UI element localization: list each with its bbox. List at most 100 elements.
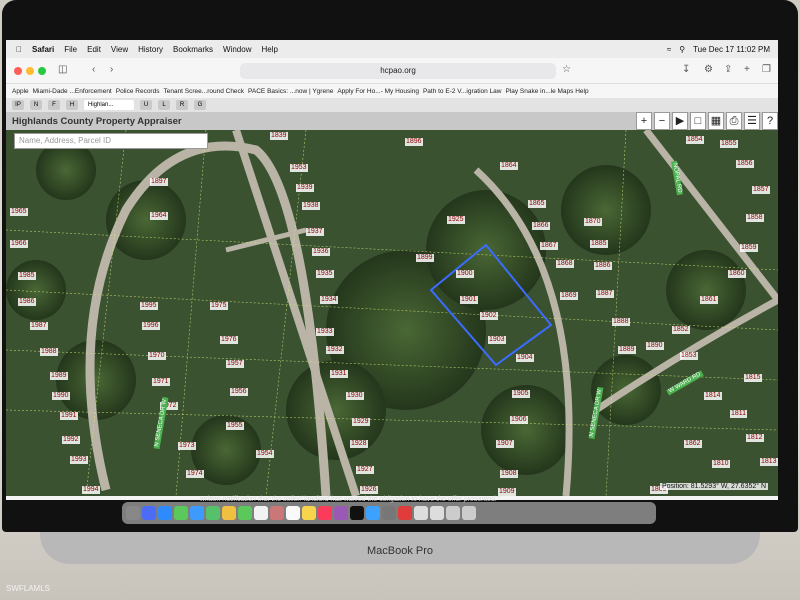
favorite-item[interactable]: Miami-Dade ...Enforcement xyxy=(33,88,112,95)
menu-bookmarks[interactable]: Bookmarks xyxy=(173,45,213,54)
parcel-number[interactable]: 1852 xyxy=(672,326,690,334)
forward-icon[interactable]: › xyxy=(110,64,113,75)
parcel-number[interactable]: 1991 xyxy=(60,412,78,420)
parcel-number[interactable]: 1975 xyxy=(210,302,228,310)
parcel-number[interactable]: 1811 xyxy=(730,410,748,418)
favorite-item[interactable]: Apply For Ho...- My Housing xyxy=(337,88,419,95)
parcel-number[interactable]: 1887 xyxy=(596,290,614,298)
facetime-icon[interactable] xyxy=(238,506,252,520)
parcel-number[interactable]: 1906 xyxy=(510,416,528,424)
aerial-map[interactable] xyxy=(6,130,778,496)
search-icon[interactable]: ⚲ xyxy=(679,45,685,54)
app-icon[interactable] xyxy=(398,506,412,520)
tab-active[interactable]: Highlan... xyxy=(84,100,134,110)
favorite-item[interactable]: Tenant Scree...round Check xyxy=(163,88,244,95)
menu-icon[interactable]: ☰ xyxy=(744,112,760,130)
parcel-number[interactable]: 1903 xyxy=(488,336,506,344)
parcel-number[interactable]: 1909 xyxy=(498,488,516,496)
tab-pinned[interactable]: N xyxy=(30,100,42,110)
tab-pinned[interactable]: IP xyxy=(12,100,24,110)
share-icon[interactable]: ⇪ xyxy=(724,64,732,75)
launchpad-icon[interactable] xyxy=(142,506,156,520)
parcel-number[interactable]: 1907 xyxy=(496,440,514,448)
parcel-number[interactable]: 1812 xyxy=(746,434,764,442)
zoom-in-button[interactable]: + xyxy=(636,112,652,130)
parcel-number[interactable]: 1935 xyxy=(316,270,334,278)
parcel-number[interactable]: 1867 xyxy=(540,242,558,250)
parcel-number[interactable]: 1976 xyxy=(220,336,238,344)
zoom-window-button[interactable] xyxy=(38,67,46,75)
menu-app[interactable]: Safari xyxy=(32,45,54,54)
maps-icon[interactable] xyxy=(206,506,220,520)
calendar-icon[interactable] xyxy=(254,506,268,520)
tab-pinned[interactable]: H xyxy=(66,100,78,110)
parcel-number[interactable]: 1860 xyxy=(728,270,746,278)
parcel-number[interactable]: 1929 xyxy=(352,418,370,426)
menu-help[interactable]: Help xyxy=(261,45,277,54)
select-tool-icon[interactable]: □ xyxy=(690,112,706,130)
parcel-number[interactable]: 1927 xyxy=(356,466,374,474)
parcel-number[interactable]: 1899 xyxy=(416,254,434,262)
parcel-number[interactable]: 1987 xyxy=(30,322,48,330)
settings-icon[interactable]: ⚙ xyxy=(704,64,713,75)
parcel-number[interactable]: 1904 xyxy=(516,354,534,362)
zoom-out-button[interactable]: − xyxy=(654,112,670,130)
parcel-number[interactable]: 1900 xyxy=(456,270,474,278)
favorite-item[interactable]: Police Records xyxy=(116,88,160,95)
tab-pinned[interactable]: U xyxy=(140,100,152,110)
parcel-number[interactable]: 1888 xyxy=(612,318,630,326)
search-input[interactable]: Name, Address, Parcel ID xyxy=(14,133,208,149)
parcel-number[interactable]: 1986 xyxy=(18,298,36,306)
parcel-number[interactable]: 1925 xyxy=(447,216,465,224)
parcel-number[interactable]: 1905 xyxy=(512,390,530,398)
tab-pinned[interactable]: R xyxy=(176,100,188,110)
menu-file[interactable]: File xyxy=(64,45,77,54)
clock[interactable]: Tue Dec 17 11:02 PM xyxy=(693,45,770,54)
parcel-number[interactable]: 1858 xyxy=(746,214,764,222)
podcasts-icon[interactable] xyxy=(334,506,348,520)
apple-icon[interactable]:  xyxy=(16,45,22,54)
parcel-number[interactable]: 1901 xyxy=(460,296,478,304)
favorite-item[interactable]: Path to E-2 V...igration Law xyxy=(423,88,502,95)
star-icon[interactable]: ☆ xyxy=(562,64,571,75)
parcel-number[interactable]: 1859 xyxy=(740,244,758,252)
address-bar[interactable]: hcpao.org xyxy=(240,63,556,79)
photos-icon[interactable] xyxy=(222,506,236,520)
parcel-number[interactable]: 1861 xyxy=(700,296,718,304)
parcel-number[interactable]: 1853 xyxy=(680,352,698,360)
help-icon[interactable]: ? xyxy=(762,112,778,130)
parcel-number[interactable]: 1868 xyxy=(556,260,574,268)
app-store-icon[interactable] xyxy=(366,506,380,520)
tv-icon[interactable] xyxy=(350,506,364,520)
parcel-number[interactable]: 1870 xyxy=(584,218,602,226)
tab-pinned[interactable]: G xyxy=(194,100,206,110)
trash-icon[interactable] xyxy=(462,506,476,520)
parcel-number[interactable]: 1985 xyxy=(18,272,36,280)
app-icon[interactable] xyxy=(446,506,460,520)
parcel-number[interactable]: 1864 xyxy=(500,162,518,170)
parcel-number[interactable]: 1885 xyxy=(590,240,608,248)
notes-icon[interactable] xyxy=(302,506,316,520)
parcel-number[interactable]: 1889 xyxy=(618,346,636,354)
parcel-number[interactable]: 1813 xyxy=(760,458,778,466)
parcel-number[interactable]: 1993 xyxy=(70,456,88,464)
parcel-number[interactable]: 1857 xyxy=(752,186,770,194)
parcel-number[interactable]: 1896 xyxy=(405,138,423,146)
parcel-number[interactable]: 1953 xyxy=(290,164,308,172)
minimize-window-button[interactable] xyxy=(26,67,34,75)
contacts-icon[interactable] xyxy=(270,506,284,520)
parcel-number[interactable]: 1931 xyxy=(330,370,348,378)
music-icon[interactable] xyxy=(318,506,332,520)
parcel-number[interactable]: 1934 xyxy=(320,296,338,304)
parcel-number[interactable]: 1855 xyxy=(720,140,738,148)
parcel-number[interactable]: 1996 xyxy=(142,322,160,330)
safari-icon[interactable] xyxy=(158,506,172,520)
messages-icon[interactable] xyxy=(174,506,188,520)
parcel-number[interactable]: 1988 xyxy=(40,348,58,356)
parcel-number[interactable]: 1933 xyxy=(316,328,334,336)
parcel-number[interactable]: 1938 xyxy=(302,202,320,210)
tab-pinned[interactable]: L xyxy=(158,100,170,110)
parcel-number[interactable]: 1932 xyxy=(326,346,344,354)
parcel-number[interactable]: 1815 xyxy=(744,374,762,382)
parcel-number[interactable]: 1965 xyxy=(10,208,28,216)
